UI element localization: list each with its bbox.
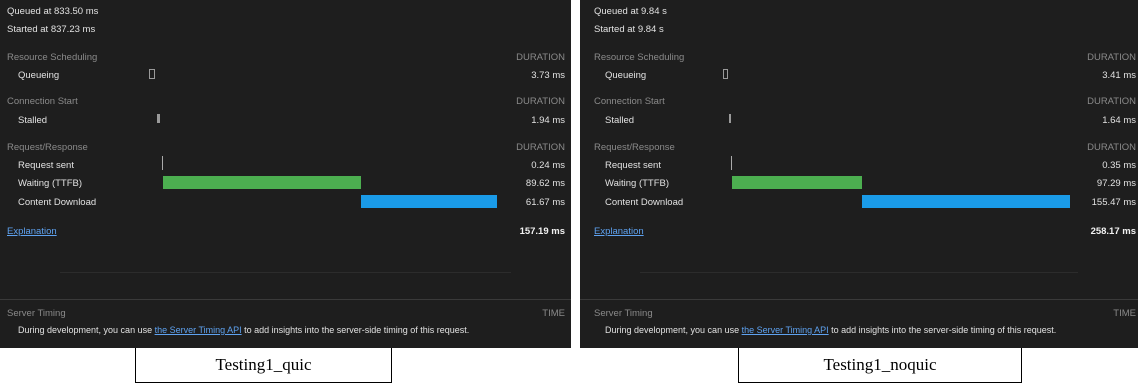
stalled-label: Stalled bbox=[18, 115, 48, 126]
content-download-value: 155.47 ms bbox=[1091, 197, 1136, 208]
started-at-text: Started at 837.23 ms bbox=[7, 24, 96, 35]
duration-header: DURATION bbox=[516, 142, 565, 153]
stalled-bar bbox=[729, 114, 731, 123]
section-divider bbox=[640, 272, 1078, 273]
waiting-ttfb-value: 89.62 ms bbox=[525, 178, 565, 189]
request-sent-bar bbox=[162, 156, 163, 170]
request-sent-bar bbox=[731, 156, 732, 170]
duration-header: DURATION bbox=[1087, 96, 1136, 107]
caption-quic: Testing1_quic bbox=[135, 348, 392, 383]
content-download-bar bbox=[361, 195, 497, 208]
waiting-ttfb-bar bbox=[732, 176, 862, 189]
server-timing-note: During development, you can use the Serv… bbox=[605, 325, 1056, 335]
server-timing-header: Server Timing bbox=[594, 308, 653, 319]
time-header: TIME bbox=[1113, 308, 1136, 319]
resource-scheduling-header: Resource Scheduling bbox=[7, 52, 98, 63]
server-timing-divider bbox=[580, 299, 1138, 300]
request-sent-value: 0.35 ms bbox=[1102, 160, 1136, 171]
queued-at-text: Queued at 9.84 s bbox=[594, 6, 667, 17]
content-download-bar bbox=[862, 195, 1070, 208]
server-timing-header: Server Timing bbox=[7, 308, 66, 319]
queueing-bar bbox=[723, 69, 728, 79]
queueing-value: 3.73 ms bbox=[531, 70, 565, 81]
queueing-label: Queueing bbox=[605, 70, 647, 81]
request-response-header: Request/Response bbox=[7, 142, 88, 153]
caption-noquic: Testing1_noquic bbox=[738, 348, 1022, 383]
stalled-bar bbox=[157, 114, 160, 123]
total-duration: 258.17 ms bbox=[1090, 226, 1136, 237]
server-timing-divider bbox=[0, 299, 571, 300]
explanation-link[interactable]: Explanation bbox=[7, 226, 57, 237]
server-timing-text-before: During development, you can use bbox=[605, 325, 742, 335]
started-at-text: Started at 9.84 s bbox=[594, 24, 664, 35]
stalled-label: Stalled bbox=[605, 115, 635, 126]
waiting-ttfb-label: Waiting (TTFB) bbox=[605, 178, 670, 189]
queueing-value: 3.41 ms bbox=[1102, 70, 1136, 81]
connection-start-header: Connection Start bbox=[594, 96, 665, 107]
content-download-label: Content Download bbox=[605, 197, 684, 208]
timing-panel-quic: Queued at 833.50 ms Started at 837.23 ms… bbox=[0, 0, 571, 348]
server-timing-api-link[interactable]: the Server Timing API bbox=[742, 325, 829, 335]
waiting-ttfb-value: 97.29 ms bbox=[1096, 178, 1136, 189]
waiting-ttfb-bar bbox=[163, 176, 361, 189]
server-timing-text-before: During development, you can use bbox=[18, 325, 155, 335]
duration-header: DURATION bbox=[1087, 142, 1136, 153]
stalled-value: 1.94 ms bbox=[531, 115, 565, 126]
queueing-label: Queueing bbox=[18, 70, 60, 81]
request-response-header: Request/Response bbox=[594, 142, 675, 153]
request-sent-label: Request sent bbox=[605, 160, 661, 171]
server-timing-text-after: to add insights into the server-side tim… bbox=[828, 325, 1057, 335]
content-download-label: Content Download bbox=[18, 197, 97, 208]
server-timing-note: During development, you can use the Serv… bbox=[18, 325, 469, 335]
duration-header: DURATION bbox=[516, 52, 565, 63]
stalled-value: 1.64 ms bbox=[1102, 115, 1136, 126]
timing-panel-noquic: Queued at 9.84 s Started at 9.84 s Resou… bbox=[580, 0, 1138, 348]
content-download-value: 61.67 ms bbox=[525, 197, 565, 208]
server-timing-text-after: to add insights into the server-side tim… bbox=[241, 325, 470, 335]
queueing-bar bbox=[149, 69, 155, 79]
section-divider bbox=[60, 272, 511, 273]
request-sent-label: Request sent bbox=[18, 160, 74, 171]
time-header: TIME bbox=[542, 308, 565, 319]
connection-start-header: Connection Start bbox=[7, 96, 78, 107]
resource-scheduling-header: Resource Scheduling bbox=[594, 52, 685, 63]
duration-header: DURATION bbox=[516, 96, 565, 107]
waiting-ttfb-label: Waiting (TTFB) bbox=[18, 178, 83, 189]
server-timing-api-link[interactable]: the Server Timing API bbox=[155, 325, 242, 335]
request-sent-value: 0.24 ms bbox=[531, 160, 565, 171]
queued-at-text: Queued at 833.50 ms bbox=[7, 6, 99, 17]
total-duration: 157.19 ms bbox=[519, 226, 565, 237]
duration-header: DURATION bbox=[1087, 52, 1136, 63]
explanation-link[interactable]: Explanation bbox=[594, 226, 644, 237]
